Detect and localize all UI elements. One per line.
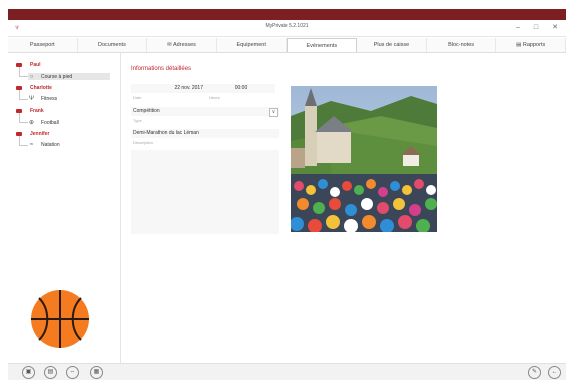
basketball-icon: [31, 290, 89, 348]
description-label: Description: [133, 140, 154, 145]
brand-strip: [8, 9, 566, 20]
main-tabs: Passeport Documents ✉ Adresses Equipemen…: [8, 38, 566, 53]
edit-icon[interactable]: ✎: [528, 366, 541, 379]
tree-item-fitness[interactable]: Ψ Fitness: [19, 90, 57, 102]
tab-documents[interactable]: Documents: [78, 38, 148, 52]
person-tree: Paul ○ Course à pied Charlotte Ψ Fitness…: [8, 53, 121, 363]
grid-icon[interactable]: ▦: [90, 366, 103, 379]
transfer-icon[interactable]: ⇔: [66, 366, 79, 379]
tab-adresses[interactable]: ✉ Adresses: [147, 38, 217, 52]
description-field[interactable]: Demi-Marathon du lac Léman: [131, 129, 279, 138]
person-icon[interactable]: ▣: [22, 366, 35, 379]
notes-area[interactable]: [131, 150, 279, 234]
chevron-down-icon[interactable]: ∨: [269, 108, 278, 117]
time-label: Heure: [209, 95, 220, 100]
type-label: Type: [133, 118, 142, 123]
title-bar: ♆ MyPrivate 5.2.1021 – □ ✕: [8, 20, 566, 37]
section-title: Informations détaillées: [131, 66, 192, 72]
window-controls: – □ ✕: [516, 22, 558, 33]
top-margin: [0, 0, 566, 9]
tab-equipement[interactable]: Equipement: [217, 38, 287, 52]
minimize-button[interactable]: –: [516, 22, 520, 33]
type-select[interactable]: Compétition ∨: [131, 107, 279, 117]
swimming-icon: ≈: [29, 142, 34, 148]
running-icon: ○: [29, 73, 34, 80]
tab-rapports[interactable]: ▤ Rapports: [496, 38, 566, 52]
window-title: MyPrivate 5.2.1021: [265, 23, 309, 29]
maximize-button[interactable]: □: [534, 22, 538, 33]
document-icon[interactable]: ▤: [44, 366, 57, 379]
fitness-icon: Ψ: [28, 96, 34, 102]
tab-bloc-notes[interactable]: Bloc-notes: [427, 38, 497, 52]
time-field[interactable]: 00:00: [207, 84, 275, 93]
tab-passeport[interactable]: Passeport: [8, 38, 78, 52]
tree-item-course-a-pied[interactable]: ○ Course à pied: [19, 67, 110, 80]
tree-item-football[interactable]: ⊕ Football: [19, 113, 59, 126]
back-icon[interactable]: ←: [548, 366, 561, 379]
bottom-toolbar: ▣ ▤ ⇔ ▦ ✎ ←: [8, 363, 566, 380]
date-field[interactable]: 22 nov. 2017: [131, 84, 207, 93]
event-photo: [291, 86, 437, 232]
details-panel: Informations détaillées 22 nov. 2017 Dat…: [121, 53, 566, 363]
tab-evenements[interactable]: Evénements: [286, 38, 358, 52]
close-button[interactable]: ✕: [552, 22, 558, 33]
date-label: Date: [133, 95, 142, 100]
tree-item-natation[interactable]: ≈ Natation: [19, 136, 60, 148]
tab-plus-de-caisse[interactable]: Plus de caisse: [357, 38, 427, 52]
football-icon: ⊕: [28, 120, 35, 126]
